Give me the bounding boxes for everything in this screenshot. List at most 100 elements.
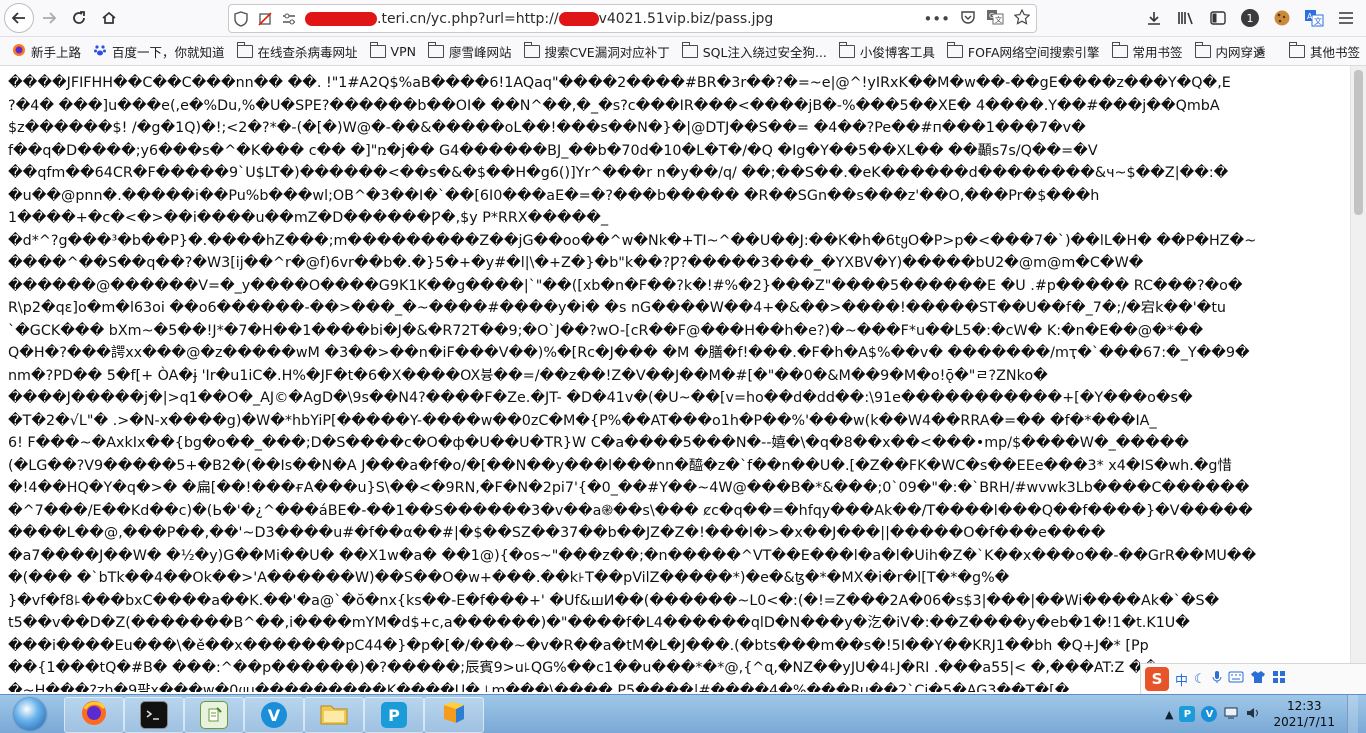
bookmark-virus-scan[interactable]: 在线查杀病毒网址 — [231, 41, 364, 61]
vertical-scrollbar[interactable] — [1350, 66, 1366, 694]
download-icon[interactable] — [1140, 4, 1168, 32]
folder-icon — [1111, 41, 1128, 58]
home-icon[interactable] — [94, 3, 124, 33]
scrollbar-thumb[interactable] — [1354, 70, 1363, 215]
content-line: f��q�D����;y6���s�^�K��� c�� �]"ռ�j�� G4… — [8, 142, 1098, 159]
show-desktop-button[interactable] — [1347, 695, 1358, 733]
shirt-icon[interactable] — [1250, 670, 1266, 688]
content-line: �d*^?g���³�b��P}�.����hZ���;m���������Z�… — [8, 232, 1257, 249]
back-icon[interactable] — [4, 3, 34, 33]
content-line: R\p2�qɛ]o�m�l63oi ��o6������-��>���_�~��… — [8, 300, 1226, 316]
taskbar: V P ▲ P V 12:33 2021/7/11 — [0, 694, 1366, 733]
permissions-icon[interactable] — [277, 7, 301, 31]
bookmark-star-icon[interactable] — [1013, 8, 1031, 29]
content-line: ��qfm��64CR�F�����9`U$LT�)������<��s�&�$… — [8, 165, 1229, 181]
content-line: ����^��S��q��?�W3[ij��^r�@f)6vr��b�.�}5�… — [8, 255, 1144, 271]
notepad-plus-icon — [200, 701, 228, 729]
content-line: �(��� �`bTk��4��Ok��>'A������W)��S��O�w+… — [8, 570, 1010, 586]
content-line: �T�2�√L"� .>�N-x����g)�W�*hbYiP[�����Y-�… — [8, 412, 1157, 429]
explorer-icon — [319, 700, 349, 730]
sogou-icon[interactable]: S — [1145, 667, 1169, 691]
svg-text:文: 文 — [995, 15, 1002, 24]
content-line: ?�4� ���]u���e(,e�%Du,%�U�SPE?������b��O… — [8, 97, 1220, 114]
baidu-icon — [93, 43, 107, 60]
menu-icon[interactable] — [1332, 4, 1360, 32]
folder-icon — [946, 41, 963, 58]
pocket-icon[interactable] — [960, 9, 976, 29]
bookmark-other[interactable]: 其他书签 — [1283, 37, 1366, 65]
ime-lang-toggle[interactable]: 中 — [1175, 670, 1188, 689]
taskbar-explorer[interactable] — [304, 697, 364, 733]
tray-pycharm-icon[interactable]: P — [1179, 706, 1196, 722]
content-line: ���i����Eu���\�ě��x�������pC44�}�p�[�/��… — [8, 637, 1149, 654]
firefox-icon — [80, 699, 108, 731]
taskbar-notepad-plus[interactable] — [184, 697, 244, 733]
content-line: �u��@pnn�.�����i��Pu%b���wl;OB^�3��I�`��… — [8, 187, 1100, 204]
shield-icon[interactable] — [229, 7, 253, 31]
content-line: (�LG��?V9�����5+�B2�(��Is��N�A J���a�f�o… — [8, 457, 1232, 474]
grid-icon[interactable] — [1272, 670, 1286, 688]
forward-icon[interactable] — [34, 3, 64, 33]
bookmark-newbie[interactable]: 新手上路 — [6, 42, 87, 61]
browser-toolbar: .teri.cn/yc.php?url=http://v4021.51vip.b… — [0, 0, 1366, 37]
extension-count-icon[interactable]: 1 — [1236, 4, 1264, 32]
more-icon[interactable]: ••• — [923, 10, 950, 28]
folder-icon — [838, 41, 855, 58]
mic-icon[interactable] — [1212, 670, 1222, 688]
firefox-icon — [12, 43, 26, 60]
tray-volume-icon[interactable] — [1245, 705, 1261, 724]
tracking-protection-icon[interactable] — [253, 7, 277, 31]
content-line: ����J�����j�|>q1��O�_AJ©�AgD�\9s��N4?���… — [8, 390, 1193, 406]
bookmark-liaoxuefeng[interactable]: 廖雪峰网站 — [422, 41, 518, 61]
translate-ext-icon[interactable]: A文 — [1300, 4, 1328, 32]
bookmarks-bar: 新手上路 百度一下，你就知道 在线查杀病毒网址 VPN 廖雪峰网站 搜索CVE漏… — [0, 37, 1366, 66]
taskbar-vmware[interactable]: V — [244, 697, 304, 733]
folder-icon — [1194, 41, 1211, 58]
bookmark-vpn[interactable]: VPN — [364, 41, 422, 59]
pycharm-icon: P — [381, 702, 407, 728]
bookmark-cve-patch[interactable]: 搜索CVE漏洞对应补丁 — [518, 41, 676, 61]
bookmark-common[interactable]: 常用书签 — [1106, 41, 1189, 61]
windows-logo-icon — [14, 698, 46, 730]
taskbar-terminal[interactable] — [124, 697, 184, 733]
terminal-icon — [140, 701, 168, 729]
library-icon[interactable] — [1172, 4, 1200, 32]
page-content: ����JFIFHH��C��C���nn�� ��. !"1#A2Q$%aB�… — [8, 72, 1348, 692]
clock-date: 2021/7/11 — [1273, 715, 1335, 729]
address-bar[interactable]: .teri.cn/yc.php?url=http://v4021.51vip.b… — [228, 4, 1037, 33]
taskbar-firefox[interactable] — [64, 697, 124, 733]
ime-toolbar[interactable]: S 中 ☾ — [1140, 663, 1366, 695]
content-line: }�vf�f8꜕���bxC����a��K.��'�a@`�ŏ�nx{ks��… — [8, 592, 1220, 609]
moon-icon[interactable]: ☾ — [1194, 672, 1206, 687]
content-line: �^7���/E��Kd��c)�(Ь�'�¿^���áBE�-��1��S��… — [8, 502, 1253, 519]
sidebar-icon[interactable] — [1204, 4, 1232, 32]
svg-text:G: G — [989, 12, 994, 20]
folder-icon — [236, 41, 253, 58]
keyboard-icon[interactable] — [1228, 671, 1244, 687]
folder-icon — [428, 41, 444, 58]
svg-text:A: A — [1307, 12, 1313, 21]
url-text[interactable]: .teri.cn/yc.php?url=http://v4021.51vip.b… — [305, 11, 773, 27]
bookmark-xiaojun-tools[interactable]: 小俊博客工具 — [833, 41, 941, 61]
system-clock[interactable]: 12:33 2021/7/11 — [1273, 698, 1335, 730]
tray-network-icon[interactable] — [1223, 705, 1239, 724]
folder-icon — [681, 41, 698, 58]
svg-text:文: 文 — [1314, 16, 1322, 26]
content-line: ����L��@,���P��,��'~D3����u#�f��α��#|�$�… — [8, 525, 1106, 541]
tray-arrow-icon[interactable]: ▲ — [1165, 708, 1173, 721]
bookmark-baidu[interactable]: 百度一下，你就知道 — [87, 42, 231, 61]
content-line: 1����+�c�<�>��i����u��mZ�D������Ƿ�,$y P*… — [8, 210, 609, 226]
taskbar-sublime[interactable] — [424, 697, 484, 733]
tray-vmware-icon[interactable]: V — [1201, 706, 1218, 722]
bookmark-fofa[interactable]: FOFA网络空间搜索引擎 — [941, 41, 1106, 61]
bookmarks-overflow-icon[interactable]: » — [1255, 37, 1265, 65]
start-button[interactable] — [3, 695, 57, 733]
translate-icon[interactable]: G文 — [986, 9, 1004, 29]
content-line: t5��v��D�Z(�������B^��,i����mYM�d$+c,a��… — [8, 615, 1190, 631]
cookie-icon[interactable] — [1268, 4, 1296, 32]
folder-icon — [369, 41, 386, 58]
bookmark-sql-injection[interactable]: SQL注入绕过安全狗... — [676, 41, 833, 61]
taskbar-pycharm[interactable]: P — [364, 697, 424, 733]
vmware-icon: V — [261, 702, 287, 728]
reload-icon[interactable] — [64, 3, 94, 33]
